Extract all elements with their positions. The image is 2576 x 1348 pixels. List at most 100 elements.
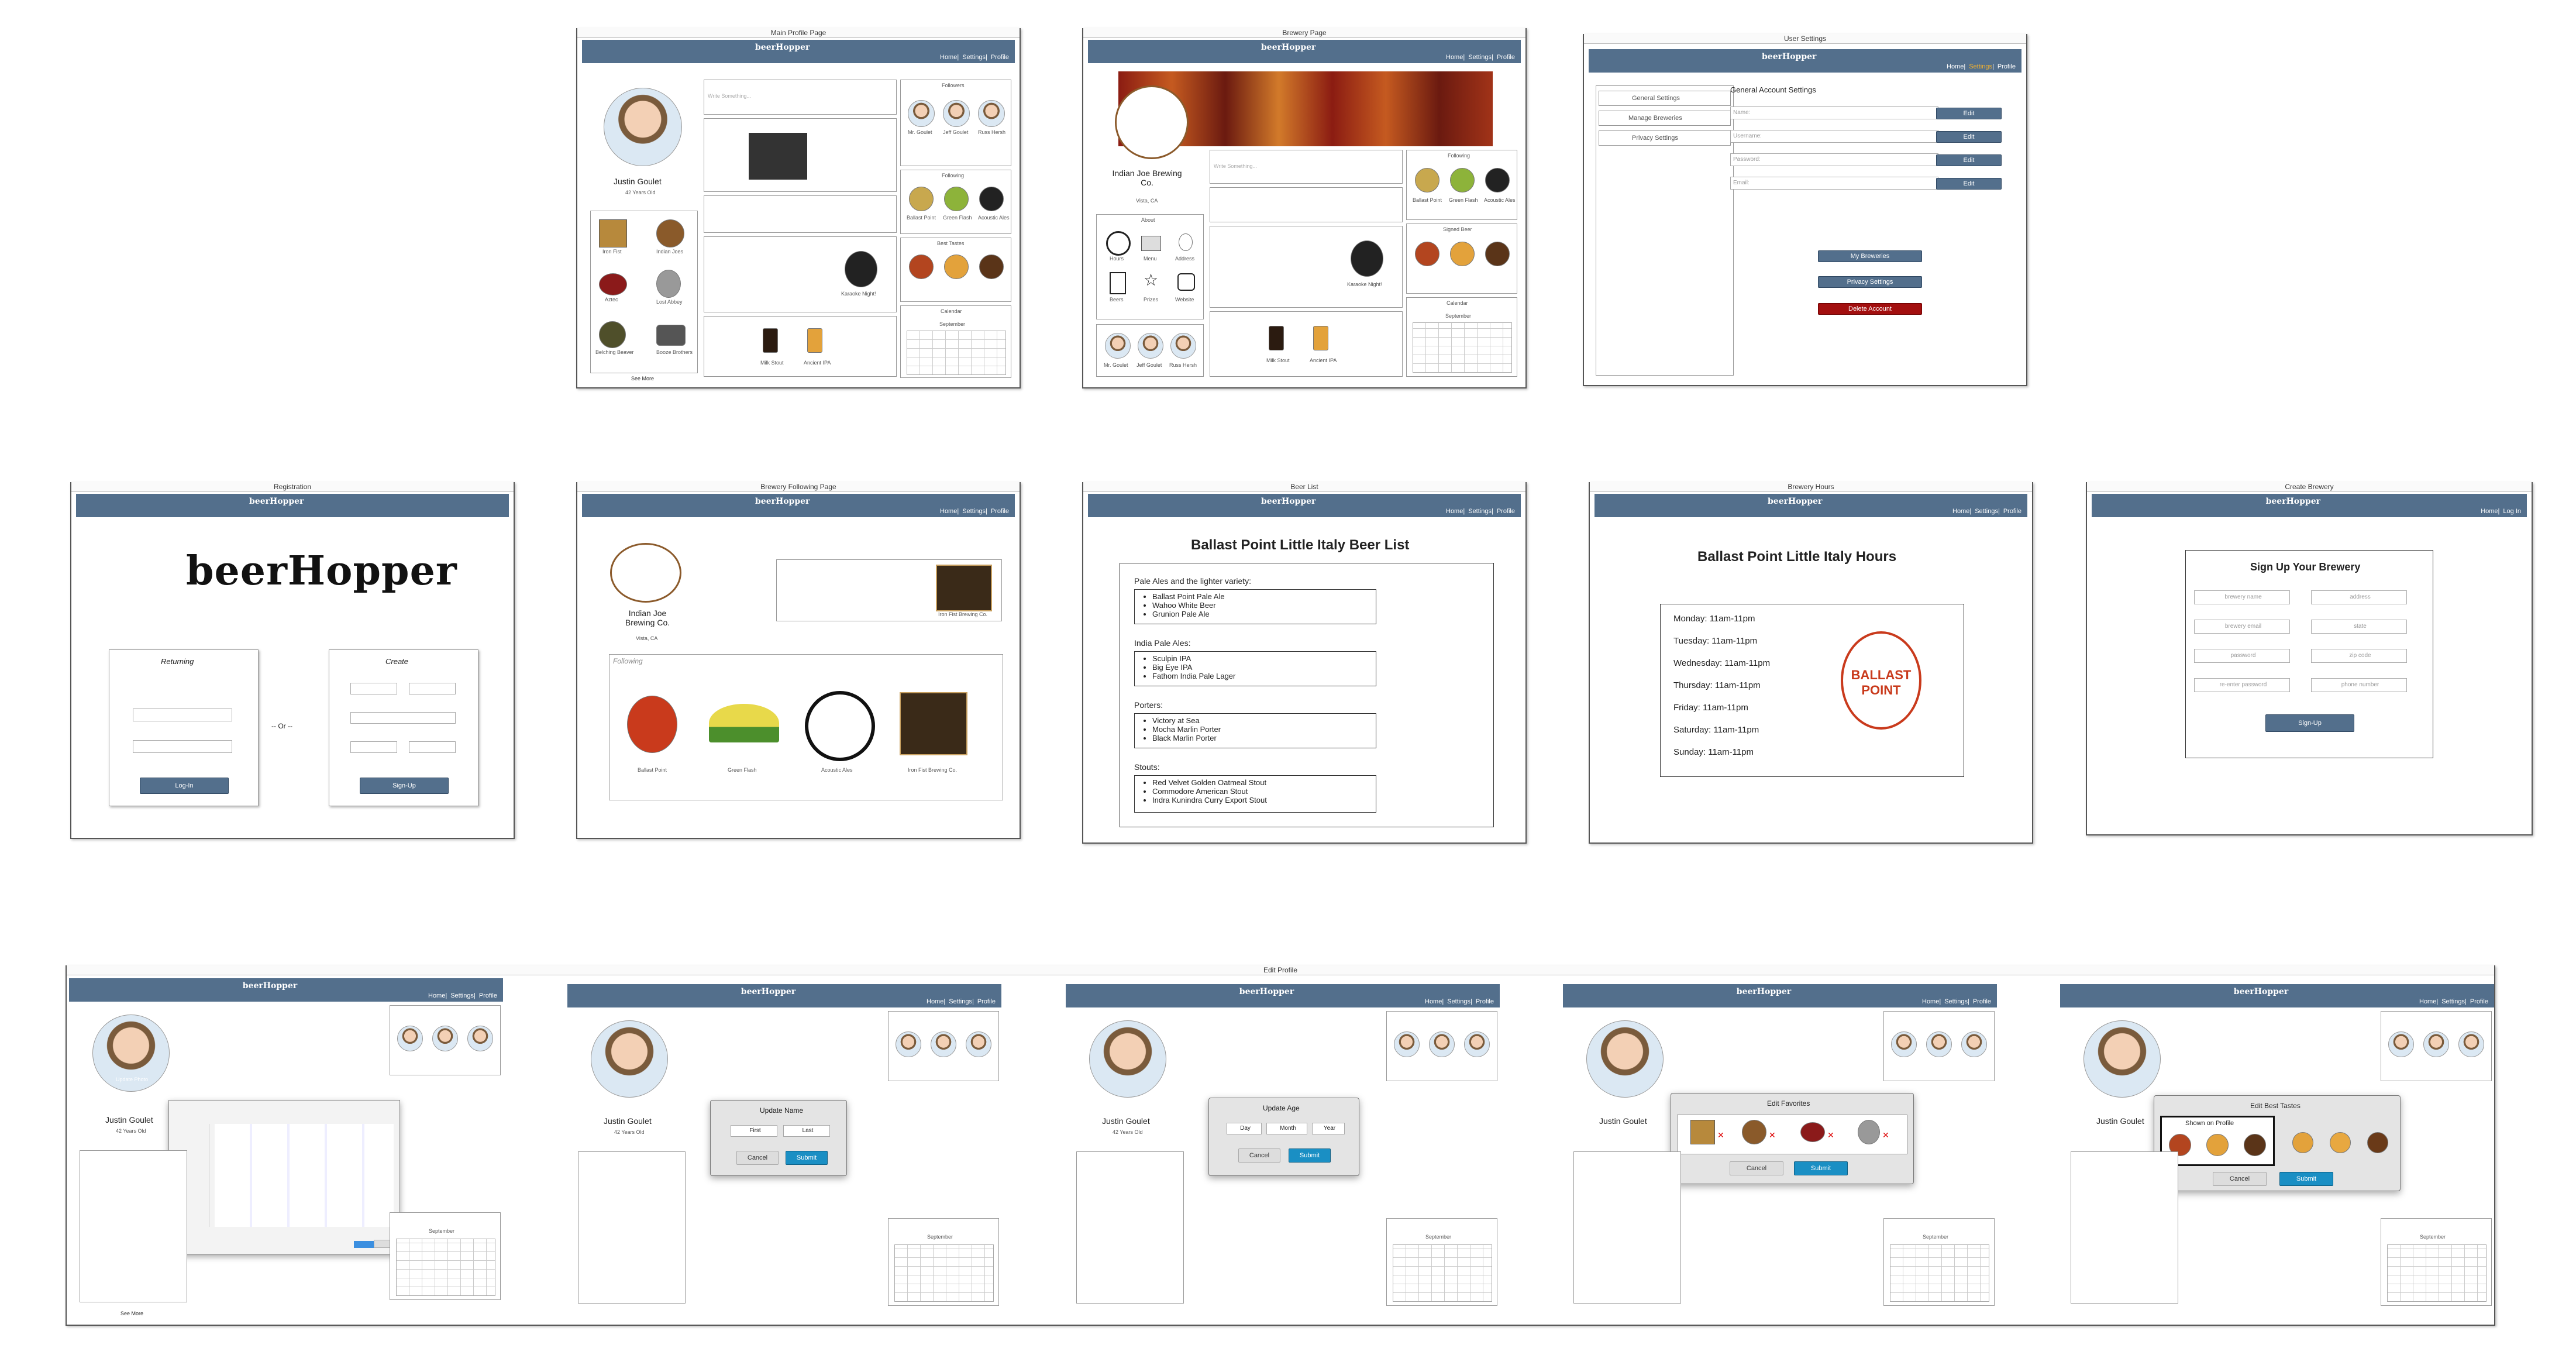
- follower-avatar[interactable]: [1926, 1031, 1952, 1057]
- beer-glass-icon[interactable]: [944, 255, 969, 279]
- beer-item[interactable]: Indra Kunindra Curry Export Stout: [1152, 796, 1371, 804]
- favorite-icon[interactable]: [656, 270, 681, 298]
- password-input[interactable]: [133, 740, 232, 753]
- follower-avatar[interactable]: [1394, 1031, 1420, 1057]
- follower-avatar[interactable]: [1105, 333, 1131, 359]
- nav-home[interactable]: Home: [940, 508, 957, 515]
- favorite-icon[interactable]: [656, 325, 686, 346]
- nav-settings[interactable]: Settings: [1969, 63, 1992, 70]
- star-icon[interactable]: ☆: [1144, 272, 1158, 288]
- post-input[interactable]: Write Something...: [708, 93, 751, 99]
- login-button[interactable]: Log-In: [140, 778, 229, 794]
- zip-input[interactable]: zip code: [2311, 649, 2407, 663]
- nav-home[interactable]: Home: [927, 998, 943, 1005]
- follower-avatar[interactable]: [966, 1031, 991, 1057]
- follower-avatar[interactable]: [432, 1026, 458, 1051]
- logo[interactable]: beerHopper: [1261, 497, 1315, 506]
- address-input[interactable]: address: [2311, 590, 2407, 604]
- follower-avatar[interactable]: [1429, 1031, 1455, 1057]
- menu-general[interactable]: General Settings: [1599, 91, 1731, 106]
- phone-input[interactable]: phone number: [2311, 678, 2407, 692]
- logo[interactable]: beerHopper: [1768, 497, 1822, 506]
- submit-button[interactable]: Submit: [2279, 1172, 2333, 1186]
- submit-button[interactable]: Submit: [786, 1151, 828, 1165]
- favorite-icon[interactable]: [1690, 1120, 1715, 1144]
- cancel-button[interactable]: Cancel: [2213, 1172, 2267, 1186]
- follower-avatar[interactable]: [1138, 333, 1163, 359]
- last-name-input[interactable]: Last: [783, 1125, 830, 1137]
- nav-profile[interactable]: Profile: [479, 992, 497, 999]
- beer-item[interactable]: Mocha Marlin Porter: [1152, 725, 1371, 734]
- edit-email-button[interactable]: Edit: [1936, 178, 2002, 190]
- nav-profile[interactable]: Profile: [1497, 54, 1515, 61]
- beer-glass-icon[interactable]: [2206, 1134, 2229, 1156]
- website-icon[interactable]: [1177, 273, 1195, 291]
- my-breweries-button[interactable]: My Breweries: [1818, 250, 1922, 262]
- nav-settings[interactable]: Settings: [1975, 508, 1998, 515]
- state-input[interactable]: state: [2311, 620, 2407, 634]
- nav-home[interactable]: Home: [2419, 998, 2436, 1005]
- beer-item[interactable]: Black Marlin Porter: [1152, 734, 1371, 742]
- signup-button[interactable]: Sign-Up: [2265, 714, 2354, 732]
- privacy-settings-button[interactable]: Privacy Settings: [1818, 276, 1922, 288]
- name-field[interactable]: Name:: [1730, 106, 1938, 119]
- nav-home[interactable]: Home: [940, 54, 957, 61]
- beer-glass-icon[interactable]: [1485, 242, 1510, 266]
- beer-item[interactable]: Ballast Point Pale Ale: [1152, 592, 1371, 601]
- beer-item[interactable]: Fathom India Pale Lager: [1152, 672, 1371, 680]
- calendar-grid[interactable]: [907, 331, 1006, 375]
- first-name-input[interactable]: First: [731, 1125, 777, 1137]
- signup-button[interactable]: Sign-Up: [360, 778, 449, 794]
- age-input[interactable]: [409, 741, 456, 753]
- email-input[interactable]: [133, 709, 232, 721]
- beer-item[interactable]: Grunion Pale Ale: [1152, 610, 1371, 618]
- logo[interactable]: beerHopper: [1737, 988, 1791, 996]
- brewery-logo[interactable]: [1485, 168, 1510, 192]
- remove-icon[interactable]: ✕: [1717, 1130, 1724, 1140]
- nav-settings[interactable]: Settings: [1447, 998, 1470, 1005]
- month-input[interactable]: Month: [1266, 1123, 1307, 1134]
- file-picker-dialog[interactable]: [168, 1100, 400, 1254]
- nav-profile[interactable]: Profile: [1497, 508, 1515, 515]
- brewery-logo[interactable]: [944, 187, 969, 211]
- menu-manage[interactable]: Manage Breweries: [1599, 111, 1731, 126]
- follower-avatar[interactable]: [2458, 1031, 2484, 1057]
- beer-item[interactable]: Big Eye IPA: [1152, 663, 1371, 672]
- remove-icon[interactable]: ✕: [1827, 1130, 1834, 1140]
- nav-home[interactable]: Home: [1947, 63, 1964, 70]
- calendar-grid[interactable]: [396, 1239, 495, 1296]
- first-name-input[interactable]: [350, 683, 397, 694]
- post-input[interactable]: Write Something...: [1214, 163, 1257, 169]
- password-input[interactable]: [350, 741, 397, 753]
- avatar[interactable]: [1586, 1020, 1664, 1098]
- beer-glass-icon[interactable]: [2244, 1134, 2266, 1156]
- logo[interactable]: beerHopper: [741, 988, 795, 996]
- delete-account-button[interactable]: Delete Account: [1818, 303, 1922, 315]
- follower-avatar[interactable]: [931, 1031, 956, 1057]
- nav-home[interactable]: Home: [1446, 54, 1463, 61]
- logo[interactable]: beerHopper: [2266, 497, 2320, 506]
- logo[interactable]: beerHopper: [1261, 43, 1315, 51]
- follower-avatar[interactable]: [467, 1026, 493, 1051]
- nav-login[interactable]: Log In: [2503, 508, 2521, 515]
- beer-glass-icon[interactable]: [909, 255, 934, 279]
- iron-fist-logo[interactable]: [900, 692, 967, 755]
- edit-name-button[interactable]: Edit: [1936, 108, 2002, 119]
- see-more-link[interactable]: See More: [631, 376, 654, 381]
- favorite-icon[interactable]: [1742, 1120, 1766, 1144]
- beer-glass-icon[interactable]: [1415, 242, 1439, 266]
- remove-icon[interactable]: ✕: [1769, 1130, 1776, 1140]
- beer-item[interactable]: Wahoo White Beer: [1152, 601, 1371, 610]
- nav-settings[interactable]: Settings: [949, 998, 972, 1005]
- nav-home[interactable]: Home: [1922, 998, 1939, 1005]
- nav-profile[interactable]: Profile: [2470, 998, 2488, 1005]
- follower-avatar[interactable]: [908, 100, 935, 127]
- follower-avatar[interactable]: [1891, 1031, 1917, 1057]
- follower-avatar[interactable]: [896, 1031, 921, 1057]
- cancel-button[interactable]: Cancel: [1238, 1148, 1280, 1163]
- menu-privacy[interactable]: Privacy Settings: [1599, 130, 1731, 146]
- iron-fist-logo[interactable]: [936, 565, 992, 611]
- open-button[interactable]: [354, 1241, 374, 1248]
- beer-glass-icon[interactable]: [2330, 1132, 2351, 1153]
- ballast-point-logo[interactable]: [627, 696, 677, 753]
